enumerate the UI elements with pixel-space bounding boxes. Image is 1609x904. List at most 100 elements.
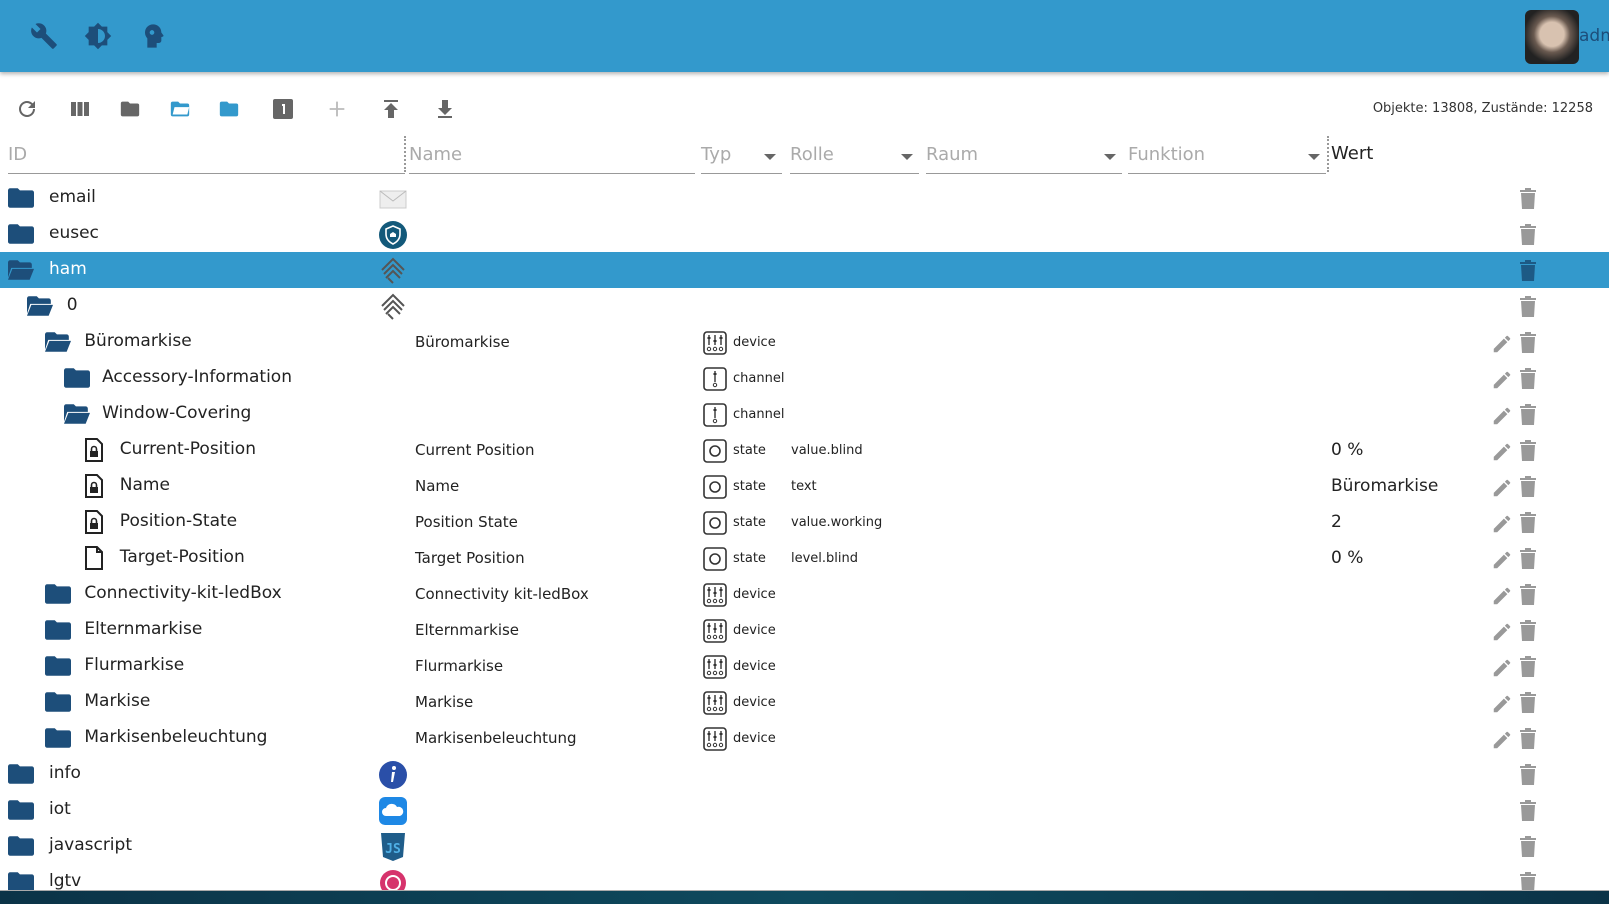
folder-icon[interactable]: [8, 871, 34, 890]
delete-icon[interactable]: [1518, 331, 1540, 355]
delete-icon[interactable]: [1518, 871, 1540, 890]
file-lock-icon[interactable]: [84, 474, 110, 498]
tree-row[interactable]: Name Name state text Büromarkise: [0, 468, 1609, 504]
edit-icon[interactable]: [1491, 621, 1513, 643]
folder-open-icon[interactable]: [26, 295, 53, 317]
folder-icon[interactable]: [45, 727, 71, 749]
tree-row[interactable]: Target-Position Target Position state level…: [0, 540, 1609, 576]
delete-icon[interactable]: [1518, 295, 1540, 319]
refresh-button[interactable]: [14, 96, 40, 122]
expand-all-button[interactable]: [167, 96, 193, 122]
edit-icon[interactable]: [1491, 441, 1513, 463]
edit-icon[interactable]: [1491, 477, 1513, 499]
delete-icon[interactable]: [1518, 835, 1540, 859]
delete-icon[interactable]: [1518, 187, 1540, 211]
tree-row[interactable]: javascript JS: [0, 828, 1609, 864]
folder-icon[interactable]: [45, 583, 71, 605]
folder-open-icon[interactable]: [8, 259, 34, 281]
tree-row[interactable]: info: [0, 756, 1609, 792]
object-value[interactable]: 0 %: [1331, 440, 1363, 460]
tree-row[interactable]: Flurmarkise Flurmarkise device: [0, 648, 1609, 684]
object-id: lgtv: [49, 871, 82, 890]
folder-icon[interactable]: [45, 655, 71, 677]
columns-button[interactable]: [67, 96, 93, 122]
delete-icon[interactable]: [1518, 619, 1540, 643]
edit-icon[interactable]: [1491, 693, 1513, 715]
expert-mode-icon[interactable]: [138, 22, 166, 50]
room-filter-select[interactable]: Raum: [926, 140, 1122, 174]
collapse-all-button[interactable]: [117, 96, 143, 122]
folder-open-icon[interactable]: [63, 403, 90, 425]
folder-icon[interactable]: [8, 187, 34, 209]
edit-icon[interactable]: [1491, 333, 1513, 355]
delete-icon[interactable]: [1518, 583, 1540, 607]
column-resize-handle[interactable]: [1327, 136, 1329, 172]
column-resize-handle[interactable]: [404, 136, 406, 172]
delete-icon[interactable]: [1518, 799, 1540, 823]
tree-row[interactable]: Position-State Position State state value.w…: [0, 504, 1609, 540]
add-button[interactable]: [324, 96, 350, 122]
tree-row[interactable]: Büromarkise Büromarkise device: [0, 324, 1609, 360]
folder-icon[interactable]: [45, 619, 71, 641]
folder-icon[interactable]: [8, 799, 34, 821]
folder-icon[interactable]: [63, 367, 90, 389]
download-button[interactable]: [432, 96, 458, 122]
edit-icon[interactable]: [1491, 657, 1513, 679]
folder-icon[interactable]: [8, 835, 34, 857]
tree-row[interactable]: 0: [0, 288, 1609, 324]
folder-icon[interactable]: [8, 763, 34, 785]
function-filter-select[interactable]: Funktion: [1128, 140, 1326, 174]
file-lock-icon[interactable]: [84, 510, 110, 534]
delete-icon[interactable]: [1518, 403, 1540, 427]
edit-icon[interactable]: [1491, 729, 1513, 751]
object-value[interactable]: 0 %: [1331, 548, 1363, 568]
upload-button[interactable]: [378, 96, 404, 122]
tree-row[interactable]: Window-Covering channel: [0, 396, 1609, 432]
tree-row[interactable]: Accessory-Information channel: [0, 360, 1609, 396]
folder-icon[interactable]: [8, 223, 34, 245]
ham-adapter-icon: [378, 256, 408, 286]
edit-icon[interactable]: [1491, 405, 1513, 427]
delete-icon[interactable]: [1518, 475, 1540, 499]
user-avatar[interactable]: [1525, 10, 1579, 64]
object-value[interactable]: Büromarkise: [1331, 476, 1438, 496]
tree-row[interactable]: Markise Markise device: [0, 684, 1609, 720]
tree-row[interactable]: Current-Position Current Position state val…: [0, 432, 1609, 468]
name-filter-input[interactable]: Name: [409, 140, 695, 174]
edit-icon[interactable]: [1491, 369, 1513, 391]
tree-row[interactable]: eusec: [0, 216, 1609, 252]
folder-icon[interactable]: [45, 691, 71, 713]
delete-icon[interactable]: [1518, 511, 1540, 535]
delete-icon[interactable]: [1518, 727, 1540, 751]
tree-row[interactable]: email: [0, 180, 1609, 216]
file-lock-icon[interactable]: [84, 438, 110, 462]
edit-icon[interactable]: [1491, 513, 1513, 535]
delete-icon[interactable]: [1518, 763, 1540, 787]
role-filter-select[interactable]: Rolle: [790, 140, 919, 174]
delete-icon[interactable]: [1518, 259, 1540, 283]
delete-icon[interactable]: [1518, 223, 1540, 247]
tree-row[interactable]: Connectivity-kit-ledBox Connectivity kit-…: [0, 576, 1609, 612]
tree-row[interactable]: Elternmarkise Elternmarkise device: [0, 612, 1609, 648]
object-value[interactable]: 2: [1331, 512, 1342, 532]
wrench-icon[interactable]: [30, 22, 58, 50]
tree-row[interactable]: Markisenbeleuchtung Markisenbeleuchtung de…: [0, 720, 1609, 756]
edit-icon[interactable]: [1491, 549, 1513, 571]
numbering-button[interactable]: [270, 96, 296, 122]
delete-icon[interactable]: [1518, 691, 1540, 715]
delete-icon[interactable]: [1518, 367, 1540, 391]
tree-row[interactable]: iot: [0, 792, 1609, 828]
delete-icon[interactable]: [1518, 439, 1540, 463]
delete-icon[interactable]: [1518, 655, 1540, 679]
tree-row[interactable]: lgtv: [0, 864, 1609, 890]
folder-open-icon[interactable]: [45, 331, 71, 353]
id-filter-input[interactable]: ID: [8, 140, 405, 174]
tree-row[interactable]: ham: [0, 252, 1609, 288]
type-filter-select[interactable]: Typ: [701, 140, 782, 174]
delete-icon[interactable]: [1518, 547, 1540, 571]
brightness-icon[interactable]: [84, 22, 112, 50]
edit-icon[interactable]: [1491, 585, 1513, 607]
expand-one-level-button[interactable]: [216, 96, 242, 122]
file-icon[interactable]: [84, 546, 110, 570]
user-name[interactable]: adm: [1579, 26, 1609, 46]
